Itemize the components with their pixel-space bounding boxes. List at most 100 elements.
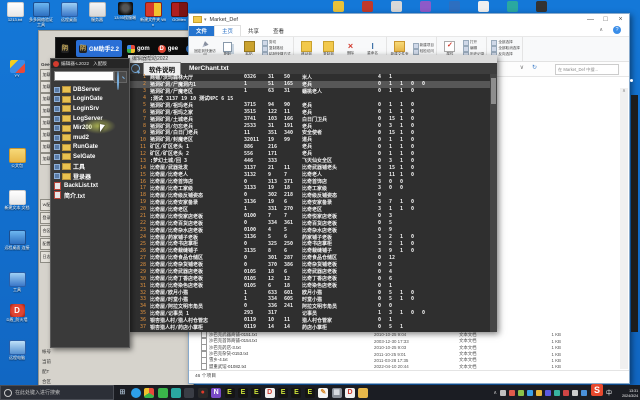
- explorer-titlebar[interactable]: ▾ Market_Def: [189, 14, 629, 25]
- ribbon-collapse-icon[interactable]: ∧: [599, 27, 603, 33]
- taskbar-icon-emeditor[interactable]: E: [278, 388, 288, 398]
- taskbar-icon-record[interactable]: ●: [198, 388, 208, 398]
- launcher-item-GM助手2.2[interactable]: 阴GM助手2.2: [76, 40, 122, 57]
- tray-icon[interactable]: [536, 390, 542, 396]
- file-row[interactable]: 沙巴克首饰商铺-0154.txt2003-12-30 17:33文本文档1 KB: [191, 338, 619, 344]
- maximize-button[interactable]: □: [599, 15, 612, 25]
- taskbar-icon-emeditor[interactable]: E: [238, 388, 248, 398]
- taskbar-icon-emeditor[interactable]: E: [225, 388, 235, 398]
- tree-item-登录器[interactable]: 登录器: [53, 171, 127, 181]
- taskbar-icon-emeditor[interactable]: E: [291, 388, 301, 398]
- ime-language-indicator[interactable]: 中: [606, 388, 612, 397]
- taskbar-icon-cloud[interactable]: [171, 388, 181, 398]
- close-button[interactable]: ×: [614, 15, 627, 25]
- explorer-search-input[interactable]: 在 Market_Def 中搜...: [555, 64, 619, 75]
- tray-icon[interactable]: [572, 390, 578, 396]
- desktop-icon-工具[interactable]: 工具: [4, 272, 30, 293]
- editor-scrollbar-thumb[interactable]: [491, 78, 496, 104]
- tree-item-SelGate[interactable]: SelGate: [53, 152, 127, 162]
- ribbon-tab-查看[interactable]: 查看: [266, 26, 291, 36]
- taskbar-clock[interactable]: 13:31 2024/3/24: [616, 388, 638, 398]
- desktop-icon-远程桌面 连接[interactable]: 远程桌面 连接: [4, 230, 30, 251]
- taskbar-icon-emeditor[interactable]: E: [251, 388, 261, 398]
- tree-item-工具[interactable]: 工具: [53, 162, 127, 172]
- editor-scrollbar[interactable]: [490, 74, 497, 332]
- editor-line-3: 3猪洞矿洞/尸魔老区16331蟠桃老人0110: [128, 88, 490, 95]
- desktop-mini-icon[interactable]: [333, 1, 344, 12]
- desktop-icon-远程电脑[interactable]: 远程电脑: [4, 340, 30, 361]
- editor-content[interactable]: 1商铺/沃玛森林大厅03263150米人412猪洞矿洞/尸魔洞内1151165老…: [128, 74, 490, 332]
- quick-access-chevron-icon[interactable]: ▾: [204, 17, 207, 23]
- search-icon[interactable]: [131, 64, 140, 73]
- explorer-scrollbar[interactable]: ∧: [620, 88, 628, 369]
- desktop-icon-新建文本 文档[interactable]: 新建文本 文档: [4, 190, 30, 211]
- tray-icon[interactable]: [581, 390, 587, 396]
- taskbar-icon-dtool[interactable]: D: [345, 388, 355, 398]
- desktop-mini-icon[interactable]: [507, 1, 518, 12]
- tree-item-DBServer[interactable]: DBServer: [53, 85, 127, 95]
- editor-titlebar[interactable]: 编辑器帮助2022: [128, 55, 497, 63]
- ribbon-tab-主页[interactable]: 主页: [214, 25, 241, 36]
- tree-item-BackList.txt[interactable]: BackList.txt: [53, 181, 127, 191]
- desktop-icon-1213.txt[interactable]: 1213.txt: [2, 2, 28, 23]
- taskbar-icon-emeditor[interactable]: E: [305, 388, 315, 398]
- taskbar-icon-circle[interactable]: [184, 388, 194, 398]
- launcher-item-阴[interactable]: 阴: [58, 40, 74, 57]
- desktop-mini-icon[interactable]: [478, 1, 489, 12]
- taskbar-icon-chrome[interactable]: [144, 388, 154, 398]
- desktop-icon-公文包[interactable]: 公文包: [4, 148, 30, 169]
- help-icon[interactable]: ?: [613, 26, 621, 34]
- taskbar-icon-vscode[interactable]: N: [211, 388, 221, 398]
- desktop-icon-D盾_防火墙[interactable]: DD盾_防火墙: [4, 304, 30, 323]
- desktop-mini-icon[interactable]: [420, 1, 431, 12]
- tray-icon[interactable]: [509, 390, 515, 396]
- taskbar-icon-bird[interactable]: [131, 388, 141, 398]
- refresh-icon[interactable]: ↻: [532, 64, 537, 71]
- tree-item-简介.txt[interactable]: 简介.txt: [53, 191, 127, 201]
- tree-item-LoginSrv[interactable]: LoginSrv: [53, 104, 127, 114]
- taskbar-icon-grid[interactable]: ▦: [332, 388, 342, 398]
- file-row[interactable]: 沙巴克杂货-0153.txt2011-10-25 9:01文本文档1 KB: [191, 351, 619, 357]
- taskbar-icon-folder[interactable]: [358, 388, 368, 398]
- address-dropdown-icon[interactable]: ∨: [520, 64, 524, 71]
- desktop-icon-服务器[interactable]: 服务器: [84, 2, 110, 23]
- tray-icon[interactable]: [518, 390, 524, 396]
- taskbar-icon-wechat[interactable]: [158, 388, 168, 398]
- tray-icon[interactable]: [545, 390, 551, 396]
- tree-item-LoginGate[interactable]: LoginGate: [53, 95, 127, 105]
- tray-icon[interactable]: [563, 390, 569, 396]
- file-row[interactable]: 沙巴克武器商铺-0151.txt2010-10-25 9:04文本文档1 KB: [191, 332, 619, 338]
- config-titlebar[interactable]: 编辑器-L2022 入配版: [51, 59, 129, 68]
- ribbon-tab-文件[interactable]: 文件: [189, 26, 214, 36]
- desktop-icon-远程桌面[interactable]: 远程桌面: [56, 2, 82, 23]
- minimize-button[interactable]: —: [584, 15, 597, 25]
- tray-icon[interactable]: [500, 390, 506, 396]
- desktop-mini-icon[interactable]: [536, 1, 547, 12]
- sogou-ime-icon[interactable]: S: [591, 384, 603, 396]
- config-search-input[interactable]: [54, 71, 114, 81]
- desktop-icon-13.95搜服端[interactable]: 13.95搜服端: [112, 2, 138, 21]
- file-row[interactable]: 沙巴克药店-3.txt2010-10-25 9:03文本文档1 KB: [191, 344, 619, 350]
- taskbar-icon-taskview[interactable]: ⊞: [117, 388, 127, 398]
- desktop-icon-多多网络验证 工具[interactable]: 多多网络验证 工具: [28, 2, 54, 27]
- tree-item-RunGate[interactable]: RunGate: [53, 143, 127, 153]
- ribbon-button-重命名[interactable]: I重命名: [362, 42, 384, 56]
- desktop-icon-新建文件夹 Win[interactable]: 新建文件夹 Win: [140, 2, 166, 27]
- desktop-icon-YY[interactable]: YY: [4, 60, 30, 79]
- tab-merchant-txt[interactable]: MerChant.txt: [184, 64, 234, 73]
- line-col: 556: [244, 151, 268, 157]
- ribbon-tab-共享[interactable]: 共享: [241, 26, 266, 36]
- desktop-mini-icon[interactable]: [391, 1, 402, 12]
- tray-icon[interactable]: [554, 390, 560, 396]
- desktop-mini-icon[interactable]: [362, 1, 373, 12]
- config-search-button[interactable]: [114, 71, 127, 83]
- tray-icon[interactable]: [527, 390, 533, 396]
- line-col: 11: [284, 165, 302, 171]
- taskbar-search[interactable]: 在此处键入进行搜索: [0, 385, 114, 400]
- tree-item-mud2[interactable]: mud2: [53, 133, 127, 143]
- taskbar-icon-dtool[interactable]: D: [265, 388, 275, 398]
- desktop-mini-icon[interactable]: [449, 1, 460, 12]
- ribbon-button-删除[interactable]: ×删除: [340, 42, 362, 56]
- file-row[interactable]: 雪乡-4.txt2011-03-28 17:35文本文档1 KB: [191, 357, 619, 363]
- taskbar-icon-pencil[interactable]: ✎: [318, 388, 328, 398]
